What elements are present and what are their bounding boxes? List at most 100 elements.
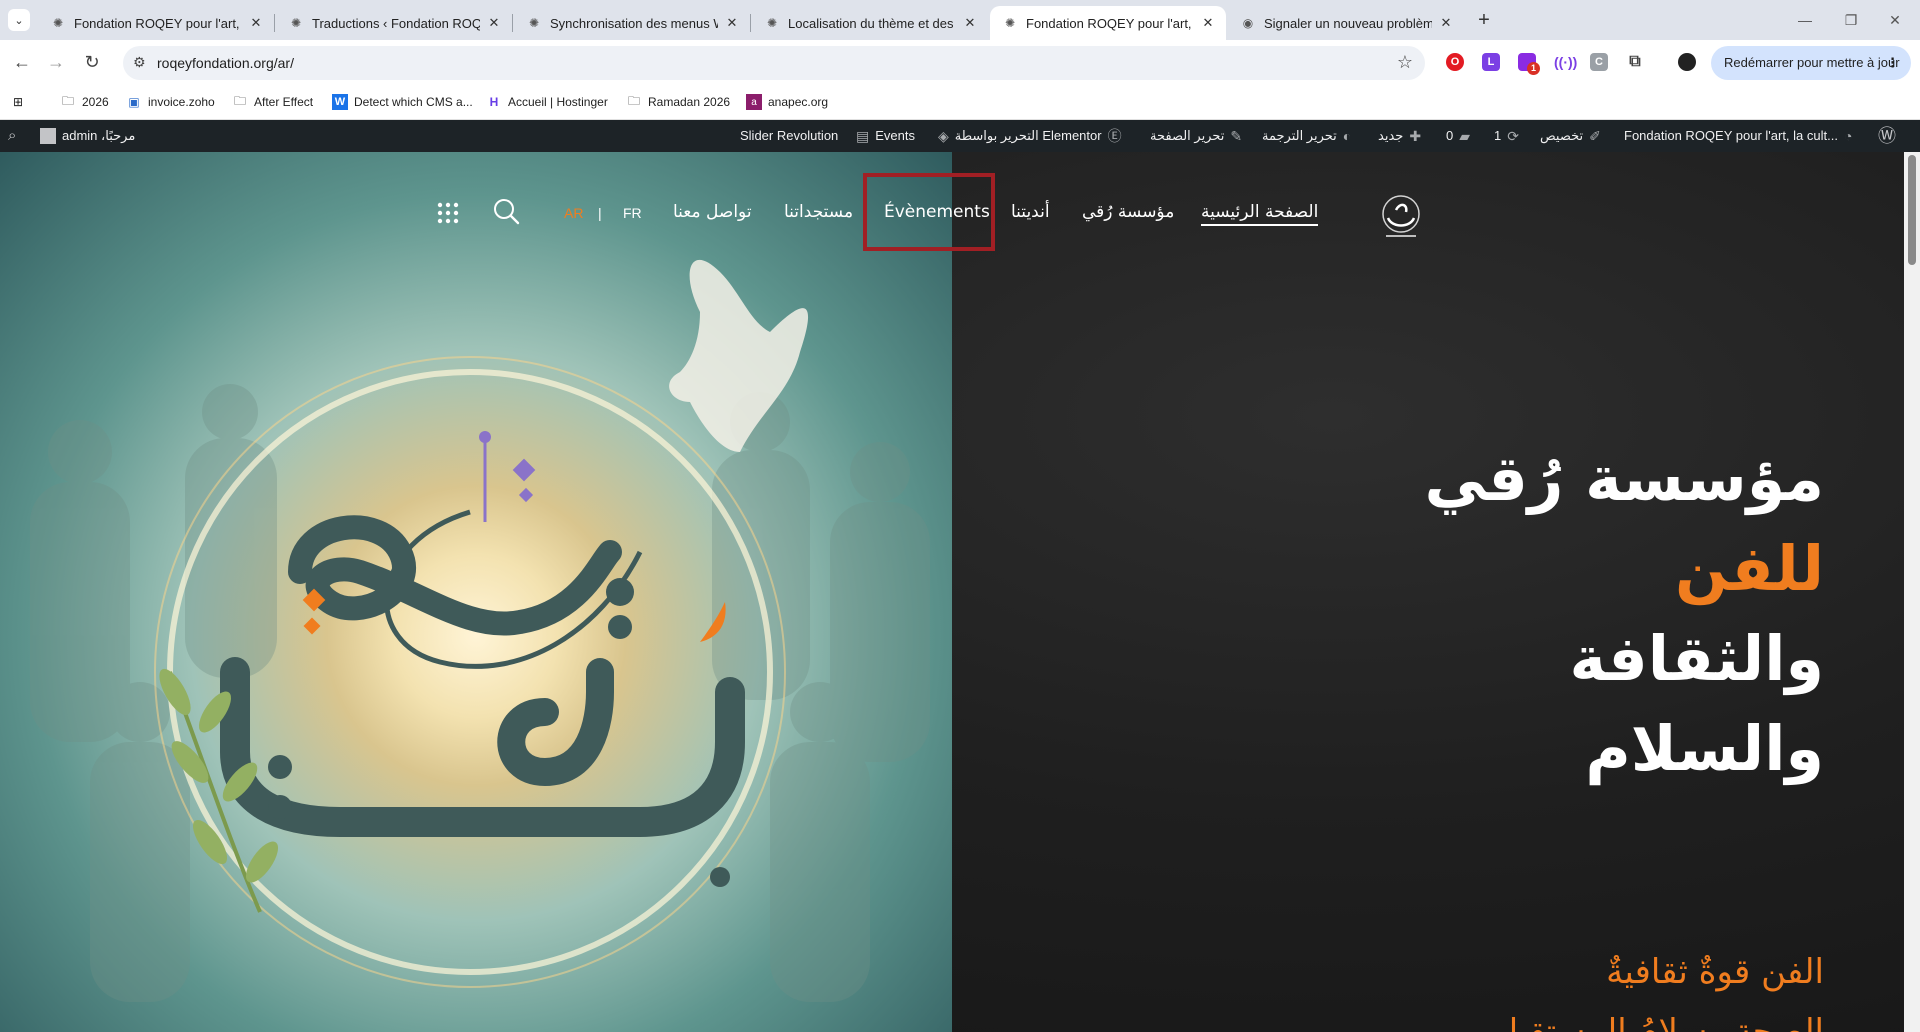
bookmark-label: anapec.org — [768, 95, 829, 109]
site-favicon-icon: ✺ — [290, 16, 302, 30]
l-extension-icon[interactable]: L — [1482, 53, 1500, 71]
hero-title-line-1: مؤسسة رُقي — [1424, 442, 1824, 515]
wp-new-content[interactable]: جديد ✚ — [1378, 120, 1427, 152]
restart-label: Redémarrer pour mettre à jour — [1724, 55, 1900, 70]
search-icon[interactable] — [492, 197, 520, 225]
minimize-icon[interactable]: — — [1790, 8, 1820, 32]
wordpress-logo-icon[interactable]: Ⓦ — [1878, 120, 1896, 152]
address-bar[interactable]: ⚙ roqeyfondation.org/ar/ ☆ — [123, 46, 1425, 80]
browser-tab[interactable]: ✺ Fondation ROQEY pour l'art, la ✕ — [38, 6, 274, 40]
elementor-diamond-icon: ◈ — [938, 128, 949, 144]
close-icon[interactable]: ✕ — [724, 15, 740, 31]
wp-comments[interactable]: 0 ▰ — [1446, 120, 1476, 152]
close-icon[interactable]: ✕ — [1200, 15, 1216, 31]
comments-count: 0 — [1446, 128, 1454, 143]
browser-tab[interactable]: ✺ Traductions ‹ Fondation ROQEY ✕ — [276, 6, 512, 40]
bookmark-item[interactable]: 🗀 2026 — [60, 93, 109, 111]
close-icon[interactable]: ✕ — [486, 15, 502, 31]
scrollbar-thumb[interactable] — [1908, 155, 1916, 265]
wp-edit-with-elementor[interactable]: ◈ التحرير بواسطة Elementor Ⓔ — [932, 120, 1128, 152]
my-account[interactable]: مرحبًا، admin — [34, 120, 135, 152]
wp-updates[interactable]: 1 ⟳ — [1494, 120, 1525, 152]
nav-item-contact[interactable]: تواصل معنا — [673, 202, 752, 222]
bookmark-item[interactable]: 🗀 After Effect — [232, 93, 313, 111]
restore-icon[interactable]: ❐ — [1836, 8, 1866, 32]
tab-title: Traductions ‹ Fondation ROQEY — [312, 15, 480, 31]
apps-grid-icon[interactable]: ⊞ — [10, 93, 32, 111]
nav-item-home[interactable]: الصفحة الرئيسية — [1201, 202, 1319, 226]
hero-tagline-2: الصحة وسلامُ المستقبل — [1493, 1012, 1824, 1032]
site-info-icon[interactable]: ⚙ — [133, 54, 146, 71]
browser-tab[interactable]: ◉ Signaler un nouveau problème ✕ — [1228, 6, 1464, 40]
bookmark-label: Accueil | Hostinger — [508, 95, 608, 109]
c-extension-icon[interactable]: C — [1590, 53, 1608, 71]
bookmark-label: invoice.zoho — [148, 95, 215, 109]
browser-tab[interactable]: ✺ Synchronisation des menus WP ✕ — [514, 6, 750, 40]
updates-count: 1 — [1494, 128, 1502, 143]
wp-customize[interactable]: تخصيص ✐ — [1540, 120, 1607, 152]
close-icon[interactable]: ✕ — [248, 15, 264, 31]
opera-extension-icon[interactable]: O — [1446, 53, 1464, 71]
bookmark-item[interactable]: 🗀 Ramadan 2026 — [626, 93, 730, 111]
profile-avatar[interactable] — [1678, 53, 1696, 71]
elementor-label: التحرير بواسطة Elementor — [954, 128, 1102, 143]
bookmark-item[interactable]: ▣ invoice.zoho — [126, 93, 215, 111]
dashboard-gauge-icon: ◔ — [1843, 128, 1853, 144]
tab-divider — [274, 14, 275, 32]
site-name-label: Fondation ROQEY pour l'art, la cult... — [1624, 128, 1838, 143]
customize-label: تخصيص — [1540, 128, 1584, 143]
apps-grid-icon[interactable] — [437, 202, 459, 224]
bookmark-star-icon[interactable]: ☆ — [1397, 52, 1413, 73]
tab-divider — [512, 14, 513, 32]
slider-revolution-label: Slider Revolution — [740, 128, 839, 143]
extensions-puzzle-icon[interactable]: ⧉ — [1626, 53, 1644, 71]
restart-to-update-button[interactable]: Redémarrer pour mettre à jour ⋮ — [1711, 46, 1911, 80]
bookmark-label: Ramadan 2026 — [648, 95, 731, 109]
wp-slider-revolution[interactable]: Slider Revolution — [740, 120, 838, 152]
lang-switch-ar[interactable]: AR — [564, 205, 583, 221]
search-icon[interactable]: ⌕ — [8, 120, 16, 152]
browser-tab-active[interactable]: ✺ Fondation ROQEY pour l'art, la c ✕ — [990, 6, 1226, 40]
close-icon[interactable]: ✕ — [1438, 15, 1454, 31]
bookmark-item[interactable]: a anapec.org — [746, 93, 828, 111]
tab-title: Fondation ROQEY pour l'art, la c — [1026, 15, 1194, 31]
back-arrow-icon[interactable]: ← — [10, 50, 34, 74]
url-text[interactable]: roqeyfondation.org/ar/ — [157, 55, 294, 71]
wp-edit-page[interactable]: تحرير الصفحة ✎ — [1150, 120, 1248, 152]
browser-toolbar: ← → ↻ ⚙ roqeyfondation.org/ar/ ☆ O L 1 (… — [0, 40, 1920, 84]
hostinger-icon: H — [489, 95, 499, 109]
nav-item-clubs[interactable]: أنديتنا — [1011, 202, 1050, 222]
wp-site-name[interactable]: Fondation ROQEY pour l'art, la cult... ◔ — [1624, 120, 1858, 152]
translate-icon: ◐ — [1342, 128, 1352, 144]
lang-separator: | — [598, 205, 602, 221]
browser-tab[interactable]: ✺ Localisation du thème et des ex ✕ — [752, 6, 988, 40]
close-window-icon[interactable]: ✕ — [1880, 8, 1910, 32]
page-scrollbar[interactable] — [1904, 152, 1920, 1032]
tab-title: Localisation du thème et des ex — [788, 15, 956, 31]
w-icon: W — [332, 94, 348, 110]
broadcast-extension-icon[interactable]: ((·)) — [1554, 53, 1577, 71]
site-logo[interactable] — [1372, 188, 1430, 246]
tab-search-chevron-icon[interactable]: ⌄ — [8, 9, 30, 31]
tab-title: Fondation ROQEY pour l'art, la — [74, 15, 242, 31]
bookmark-item[interactable]: H Accueil | Hostinger — [486, 93, 608, 111]
plus-icon: ✚ — [1409, 128, 1422, 144]
hero-title-line-4: والسلام — [1585, 712, 1824, 785]
wp-events[interactable]: ▤ Events — [850, 120, 915, 152]
more-vert-icon[interactable]: ⋮ — [1886, 46, 1899, 80]
forward-arrow-icon[interactable]: → — [44, 50, 68, 74]
lang-switch-fr[interactable]: FR — [623, 205, 642, 221]
hero-title-line-3: والثقافة — [1569, 622, 1824, 695]
wp-edit-translation[interactable]: تحرير الترجمة ◐ — [1262, 120, 1357, 152]
bookmark-item[interactable]: W Detect which CMS a... — [332, 93, 473, 111]
nav-item-news[interactable]: مستجداتنا — [784, 202, 853, 222]
close-icon[interactable]: ✕ — [962, 15, 978, 31]
extension-with-badge-icon[interactable]: 1 — [1518, 53, 1540, 75]
new-tab-button[interactable]: + — [1472, 9, 1496, 33]
nav-item-foundation[interactable]: مؤسسة رُقي — [1082, 202, 1174, 222]
brush-icon: ✐ — [1589, 128, 1601, 144]
anapec-icon: a — [746, 94, 762, 110]
comment-bubble-icon: ▰ — [1459, 128, 1471, 144]
reload-icon[interactable]: ↻ — [80, 50, 104, 74]
hero-tagline-1: الفن قوةٌ ثقافيةٌ — [1606, 952, 1824, 992]
